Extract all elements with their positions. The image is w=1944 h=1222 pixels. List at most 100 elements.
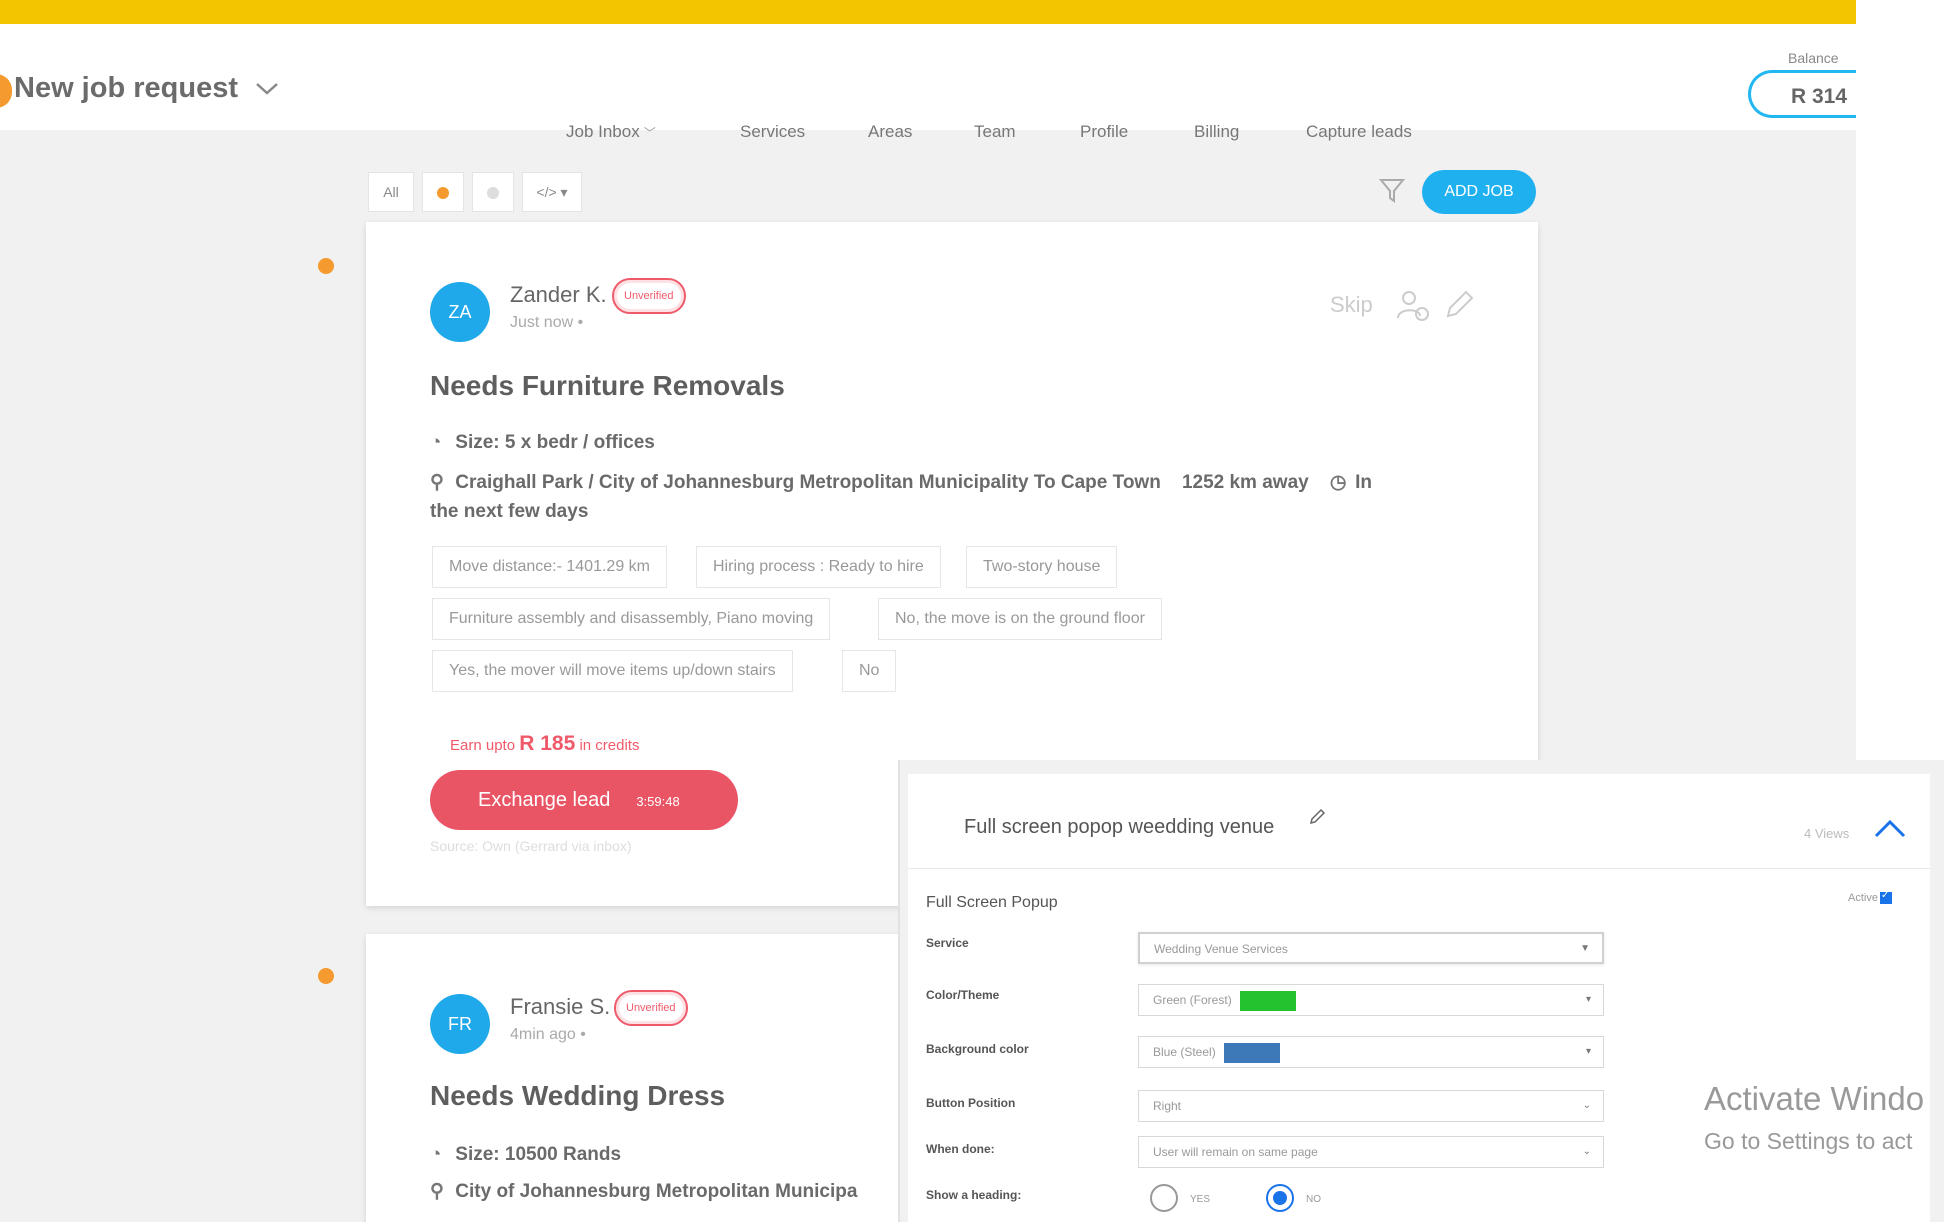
radio-yes[interactable] bbox=[1150, 1184, 1178, 1212]
page-title[interactable]: New job request bbox=[14, 72, 238, 105]
nav-services[interactable]: Services bbox=[740, 122, 805, 142]
skip-button[interactable]: Skip bbox=[1330, 292, 1373, 318]
location-pin-icon: ⚲ bbox=[430, 472, 444, 493]
select-value: Green (Forest) bbox=[1153, 993, 1232, 1007]
filter-icon[interactable] bbox=[1378, 176, 1406, 206]
nav-job-inbox[interactable]: Job Inbox ﹀ bbox=[566, 122, 656, 142]
nav-profile[interactable]: Profile bbox=[1080, 122, 1128, 142]
field-label: Background color bbox=[926, 1042, 1029, 1056]
tag: Furniture assembly and disassembly, Pian… bbox=[432, 598, 831, 640]
pencil-icon[interactable] bbox=[1308, 808, 1326, 826]
nav-billing[interactable]: Billing bbox=[1194, 122, 1239, 142]
countdown-timer: 3:59:48 bbox=[636, 794, 680, 809]
color-swatch bbox=[1223, 1042, 1280, 1063]
earn-amount: R 185 bbox=[519, 732, 576, 755]
field-label: Show a heading: bbox=[926, 1188, 1022, 1202]
popup-title[interactable]: Full screen popop weedding venue bbox=[964, 816, 1274, 839]
route-text: Craighall Park / City of Johannesburg Me… bbox=[455, 472, 1161, 493]
filter-orange[interactable] bbox=[422, 172, 464, 212]
tag: Two-story house bbox=[966, 546, 1118, 588]
field-label: Color/Theme bbox=[926, 988, 1000, 1002]
caret-down-icon: ▼ bbox=[1580, 943, 1590, 954]
lead-source: Source: Own (Gerrard via inbox) bbox=[430, 838, 632, 854]
brand-logo bbox=[0, 74, 12, 108]
pie-chart-icon: ◔ bbox=[430, 1144, 442, 1165]
when-text: In bbox=[1355, 472, 1372, 493]
route-text: City of Johannesburg Metropolitan Munici… bbox=[455, 1181, 858, 1202]
radio-yes-label: YES bbox=[1190, 1194, 1211, 1205]
exchange-label: Exchange lead bbox=[478, 789, 611, 811]
job-size: ◔ Size: 10500 Rands bbox=[430, 1144, 621, 1166]
posted-time: 4min ago • bbox=[510, 1026, 586, 1043]
select-value: Wedding Venue Services bbox=[1154, 942, 1288, 956]
pencil-icon[interactable] bbox=[1442, 288, 1476, 322]
active-label: Active bbox=[1848, 892, 1878, 904]
field-label: Service bbox=[926, 936, 969, 950]
location-pin-icon: ⚲ bbox=[430, 1181, 444, 1202]
tag: Move distance:- 1401.29 km bbox=[432, 546, 667, 588]
avatar: FR bbox=[430, 994, 490, 1054]
nav-capture-leads[interactable]: Capture leads bbox=[1306, 122, 1412, 142]
earn-credits: Earn upto R 185 in credits bbox=[450, 732, 639, 756]
job-title: Needs Furniture Removals bbox=[430, 370, 785, 401]
balance-value[interactable]: R 314 bbox=[1748, 70, 1856, 118]
earn-suffix: in credits bbox=[579, 737, 640, 754]
filter-grey[interactable] bbox=[472, 172, 514, 212]
color-theme-select[interactable]: Green (Forest) ▾ bbox=[1138, 984, 1604, 1016]
time-text: 4min ago bbox=[510, 1026, 576, 1043]
radio-no[interactable] bbox=[1266, 1184, 1294, 1212]
assign-user-icon[interactable] bbox=[1396, 288, 1430, 322]
time-text: Just now bbox=[510, 314, 574, 331]
filter-code-dropdown[interactable]: </> ▾ bbox=[522, 172, 582, 212]
clock-icon: ◷ bbox=[1329, 472, 1347, 493]
when-text-cont: the next few days bbox=[430, 501, 589, 522]
tag: Hiring process : Ready to hire bbox=[696, 546, 941, 588]
size-text: Size: 10500 Rands bbox=[455, 1144, 622, 1165]
header: New job request Balance R 314 Job Inbox ﹀… bbox=[0, 24, 1856, 141]
chevron-down-icon[interactable] bbox=[254, 74, 280, 105]
job-route: ⚲ Craighall Park / City of Johannesburg … bbox=[430, 468, 1490, 526]
job-size: ◔ Size: 5 x bedr / offices bbox=[430, 432, 655, 454]
background-color-select[interactable]: Blue (Steel) ▾ bbox=[1138, 1036, 1604, 1068]
service-select[interactable]: Wedding Venue Services ▼ bbox=[1138, 932, 1604, 964]
distance-text: 1252 km away bbox=[1181, 472, 1309, 493]
when-done-select[interactable]: User will remain on same page ⌄ bbox=[1138, 1136, 1604, 1168]
nav-label: Job Inbox bbox=[566, 122, 640, 141]
add-job-button[interactable]: ADD JOB bbox=[1422, 170, 1536, 214]
brand-strip bbox=[0, 0, 1856, 24]
button-position-select[interactable]: Right ⌄ bbox=[1138, 1090, 1604, 1122]
active-toggle[interactable]: Active bbox=[1848, 890, 1892, 905]
job-title: Needs Wedding Dress bbox=[430, 1080, 726, 1111]
customer-name: Zander K. bbox=[510, 282, 607, 307]
status-badge: Unverified bbox=[614, 990, 688, 1026]
field-label: Button Position bbox=[926, 1096, 1016, 1110]
size-text: Size: 5 x bedr / offices bbox=[455, 432, 655, 453]
filter-all[interactable]: All bbox=[368, 172, 414, 212]
activation-watermark-subtitle: Go to Settings to act bbox=[1704, 1128, 1913, 1154]
exchange-lead-button[interactable]: Exchange lead 3:59:48 bbox=[430, 770, 738, 830]
status-badge: Unverified bbox=[612, 278, 686, 314]
caret-down-icon: ▾ bbox=[1585, 1046, 1591, 1057]
posted-time: Just now • bbox=[510, 314, 584, 331]
views-count: 4 Views bbox=[1804, 826, 1850, 841]
timeline-dot bbox=[318, 968, 334, 984]
select-value: User will remain on same page bbox=[1153, 1145, 1318, 1159]
nav-team[interactable]: Team bbox=[974, 122, 1016, 142]
nav-areas[interactable]: Areas bbox=[868, 122, 912, 142]
chevron-down-icon: ﹀ bbox=[643, 126, 656, 140]
status-dot-icon bbox=[487, 187, 499, 200]
select-value: Right bbox=[1153, 1099, 1182, 1113]
select-value: Blue (Steel) bbox=[1153, 1045, 1216, 1059]
caret-down-icon: ▾ bbox=[1585, 994, 1591, 1005]
chevron-up-icon[interactable] bbox=[1872, 816, 1908, 840]
checkbox-checked-icon[interactable] bbox=[1879, 890, 1892, 905]
status-dot-icon bbox=[437, 187, 449, 200]
popup-subtitle: Full Screen Popup bbox=[926, 894, 1058, 911]
avatar: ZA bbox=[430, 282, 490, 342]
chevron-down-icon: ⌄ bbox=[1582, 1146, 1591, 1157]
divider bbox=[908, 868, 1930, 869]
field-label: When done: bbox=[926, 1142, 995, 1156]
balance-label: Balance bbox=[1788, 50, 1839, 66]
tag: Yes, the mover will move items up/down s… bbox=[432, 650, 793, 692]
chevron-down-icon: ⌄ bbox=[1582, 1100, 1591, 1111]
